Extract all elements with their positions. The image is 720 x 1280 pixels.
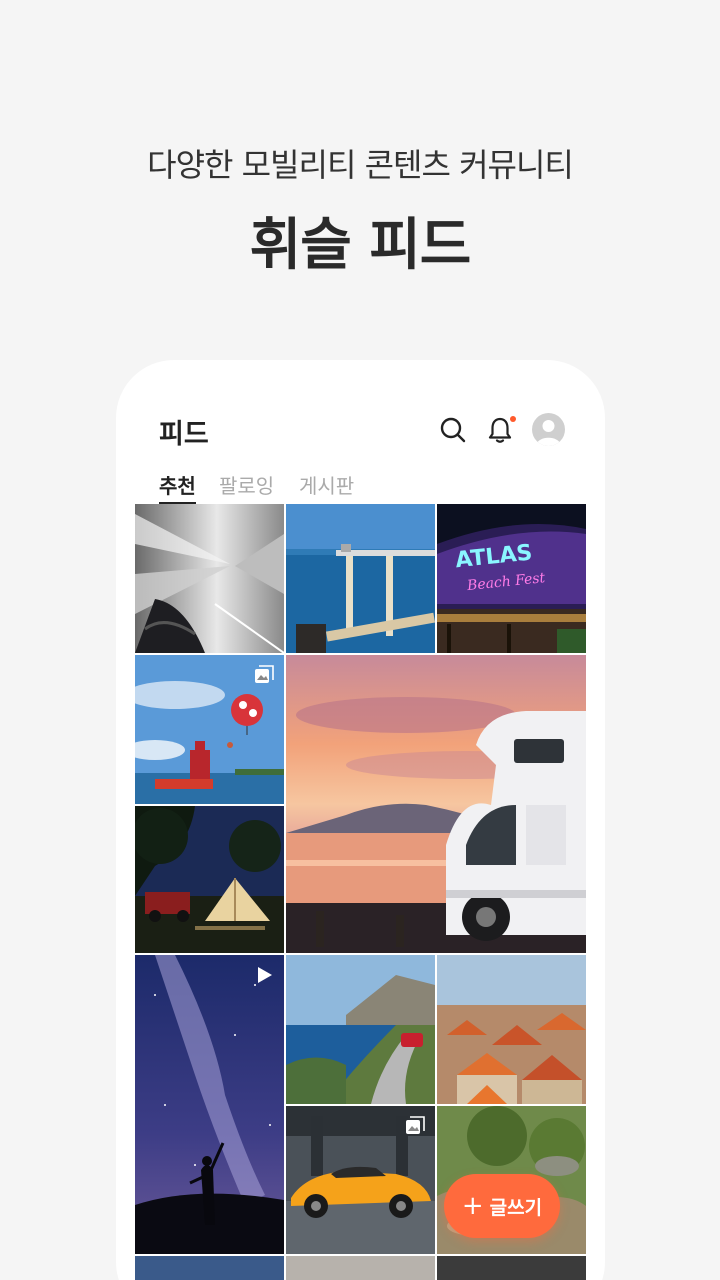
feed-tile-partial[interactable] <box>135 1256 284 1280</box>
feed-tile-partial[interactable] <box>437 1256 586 1280</box>
milky-way-person-photo[interactable] <box>135 955 284 1254</box>
sunset-camper-van-photo[interactable] <box>286 655 586 953</box>
gallery-icon <box>406 1116 425 1134</box>
app-header: 피드 <box>116 360 605 450</box>
write-post-button[interactable]: + 글쓰기 <box>444 1174 560 1238</box>
promo-title: 휘슬 피드 <box>249 213 472 278</box>
search-icon[interactable] <box>438 415 468 445</box>
tab-board[interactable]: 게시판 <box>299 470 354 504</box>
orange-sports-car-photo[interactable] <box>286 1106 435 1254</box>
write-post-label: 글쓰기 <box>489 1196 543 1219</box>
page-title: 피드 <box>159 419 209 450</box>
balloon-boat-photo[interactable] <box>135 655 284 804</box>
phone-frame: 피드 추천 팔로잉 게시판 ATLAS Beach Fest + 글쓰기 <box>116 360 605 1280</box>
coastal-road-car-photo[interactable] <box>286 955 435 1104</box>
tab-following[interactable]: 팔로잉 <box>219 470 274 504</box>
avatar[interactable] <box>532 413 565 446</box>
gallery-icon <box>255 665 274 683</box>
red-roof-town-photo[interactable] <box>437 955 586 1104</box>
glamping-tent-night-photo[interactable] <box>135 806 284 953</box>
tab-recommended[interactable]: 추천 <box>159 470 196 504</box>
promo-subtitle: 다양한 모빌리티 콘텐츠 커뮤니티 <box>147 146 574 184</box>
plus-icon: + <box>461 1191 484 1221</box>
feed-tile-partial[interactable] <box>286 1256 435 1280</box>
tunnel-car-photo[interactable] <box>135 504 284 653</box>
pier-sea-photo[interactable] <box>286 504 435 653</box>
atlas-neon-sign-photo[interactable]: ATLAS Beach Fest <box>437 504 586 653</box>
notification-dot <box>510 416 516 422</box>
play-icon <box>258 967 272 983</box>
